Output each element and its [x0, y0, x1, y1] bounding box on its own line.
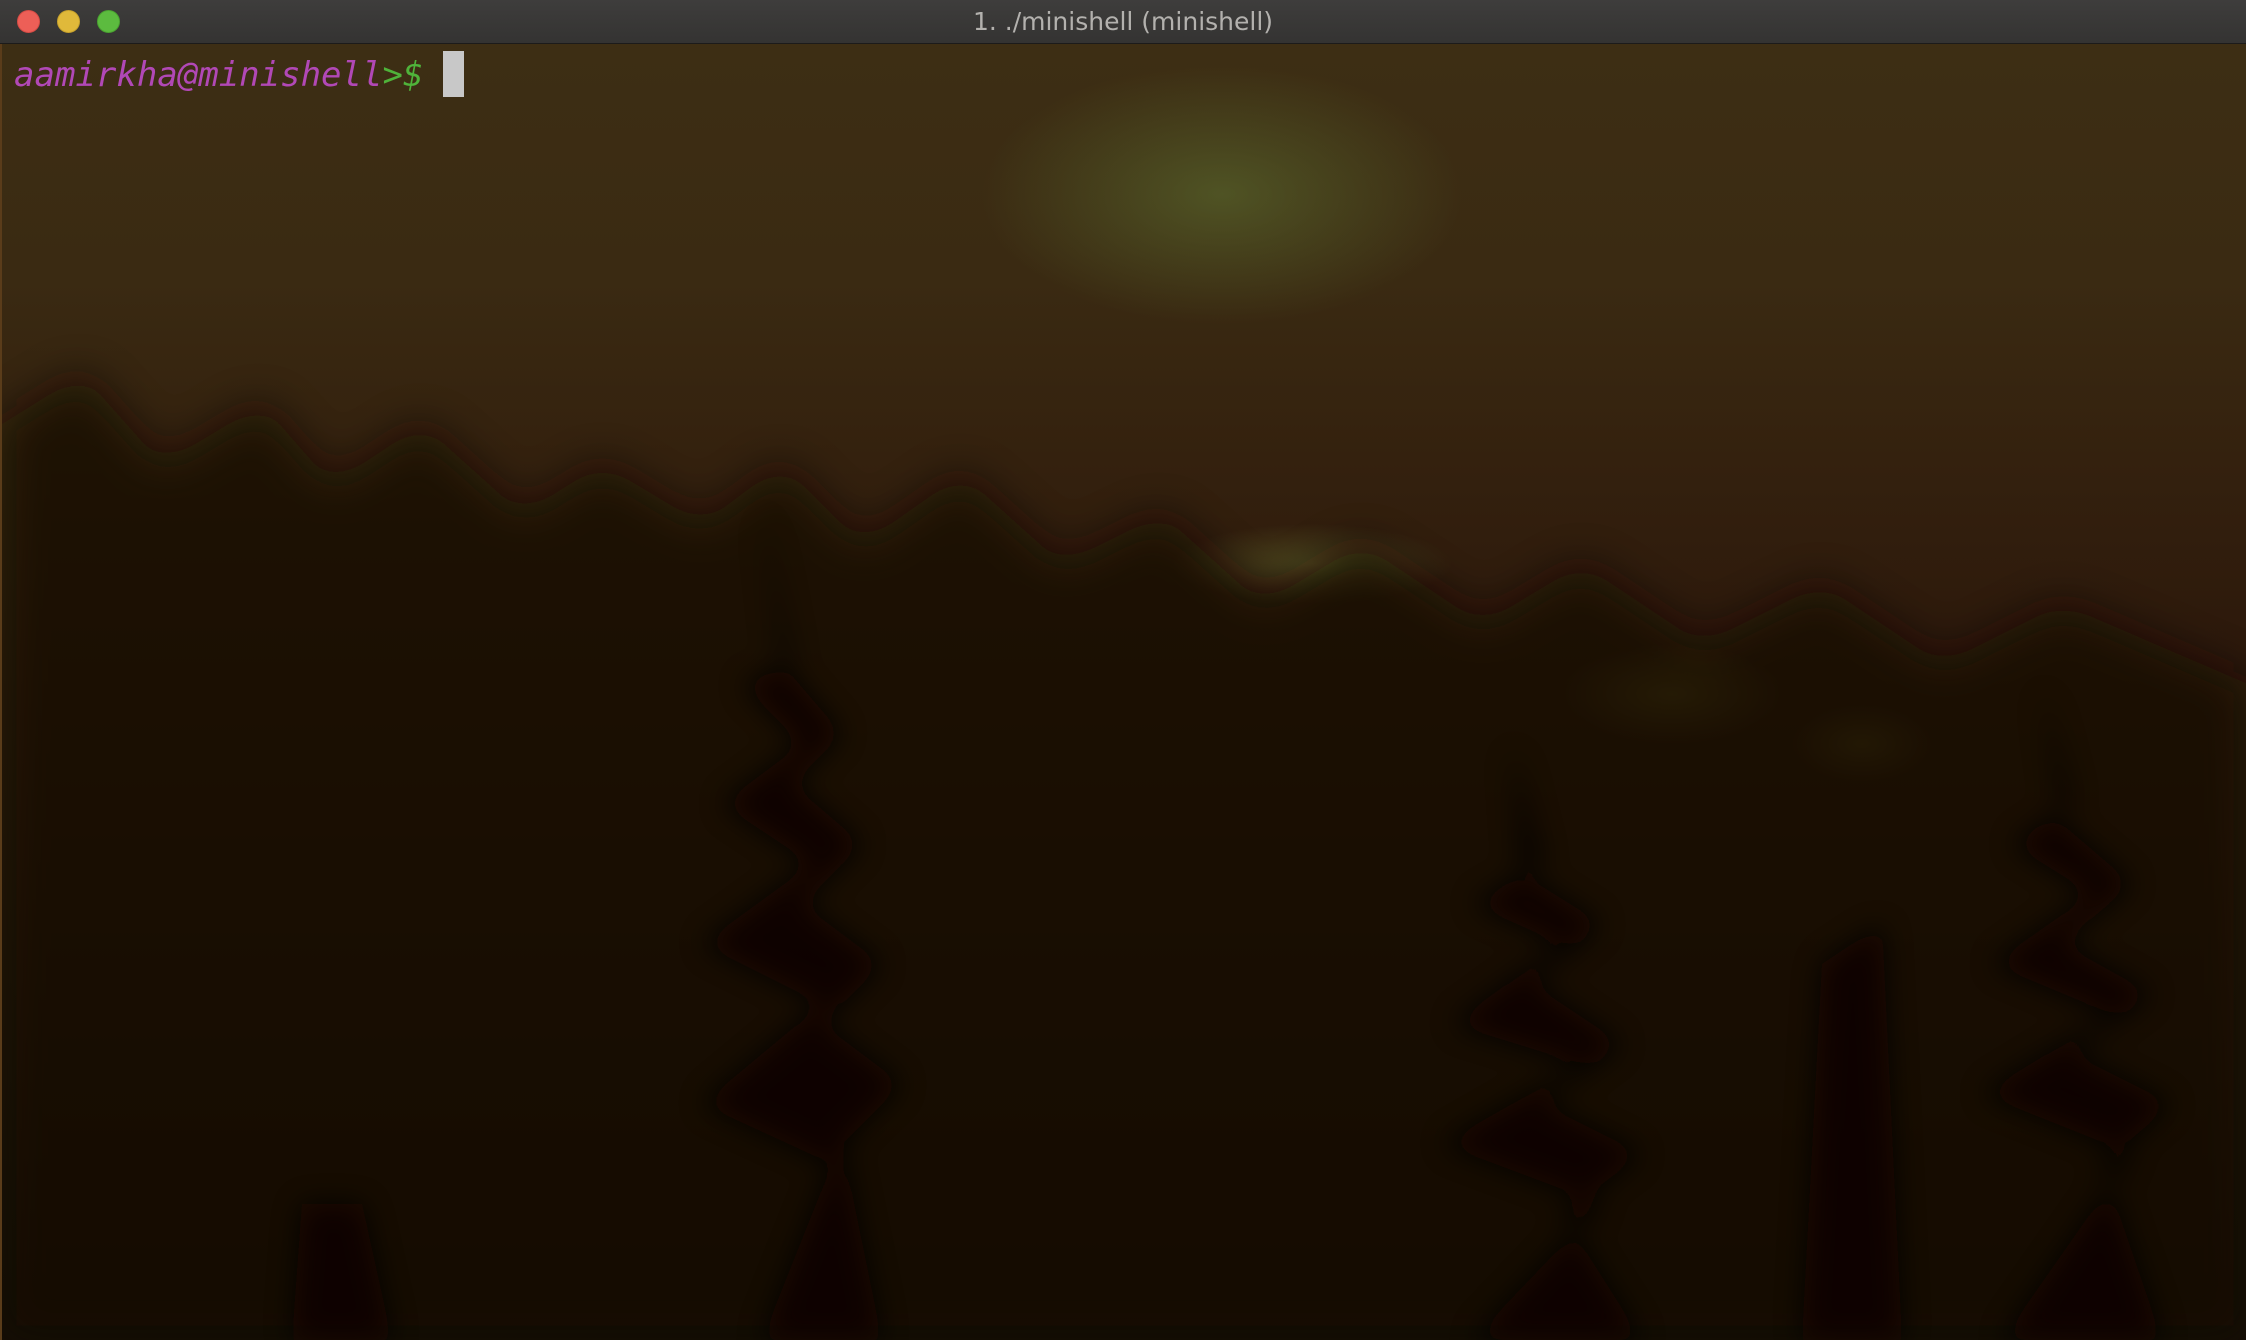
prompt-symbol: >$ — [382, 55, 424, 95]
text-cursor[interactable] — [443, 50, 465, 97]
prompt-line[interactable]: aamirkha@minishell>$ — [14, 50, 465, 100]
title-bar[interactable]: 1. ./minishell (minishell) — [0, 0, 2246, 44]
prompt-user-host: aamirkha@minishell — [14, 55, 383, 95]
terminal-pane[interactable]: aamirkha@minishell>$ — [0, 44, 2246, 1340]
terminal-window: 1. ./minishell (minishell) aamirkha@mini… — [0, 0, 2246, 1340]
window-title: 1. ./minishell (minishell) — [972, 7, 1274, 36]
background-wallpaper — [2, 374, 2246, 1340]
